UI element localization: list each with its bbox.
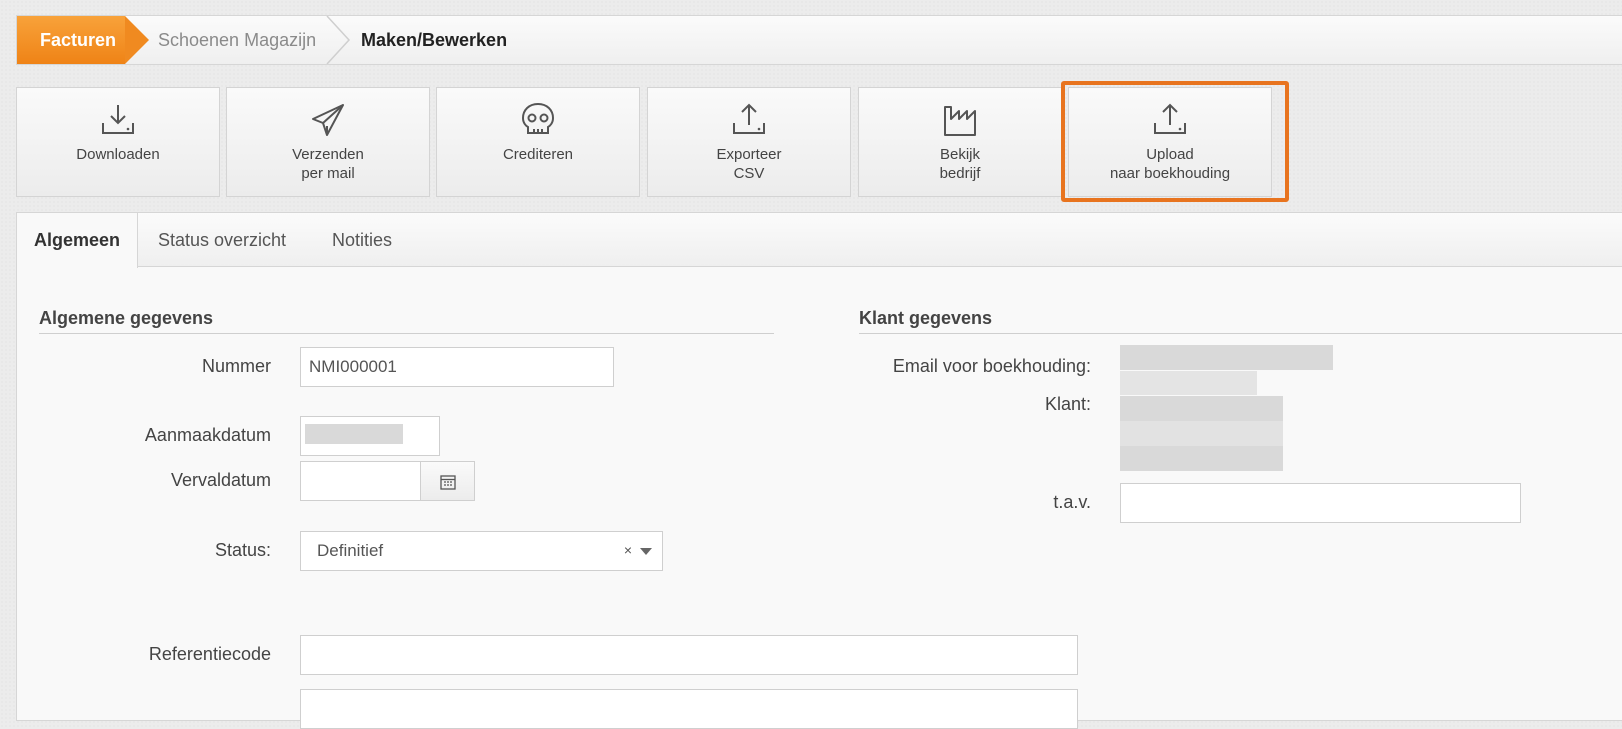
crediteren-button[interactable]: Crediteren — [436, 87, 640, 197]
skull-icon — [521, 102, 555, 134]
next-input[interactable] — [300, 689, 1078, 729]
redacted-klant-3 — [1120, 446, 1283, 471]
bekijk-bedrijf-button[interactable]: Bekijk bedrijf — [858, 87, 1062, 197]
klant-label: Klant: — [1044, 394, 1091, 414]
email-boekhouding-label: Email voor boekhouding: — [892, 356, 1091, 376]
exporteer-label-2: CSV — [733, 165, 765, 182]
chevron-down-icon[interactable] — [640, 548, 652, 555]
aanmaakdatum-input[interactable] — [300, 416, 440, 456]
redacted-date — [305, 424, 403, 444]
calendar-icon — [440, 475, 456, 490]
downloaden-button[interactable]: Downloaden — [16, 87, 220, 197]
tav-input[interactable] — [1120, 483, 1521, 523]
referentiecode-label: Referentiecode — [148, 644, 271, 664]
exporteer-label-1: Exporteer — [716, 146, 782, 163]
redacted-email — [1120, 345, 1333, 370]
tab-status-overzicht[interactable]: Status overzicht — [158, 213, 286, 267]
verzenden-label-1: Verzenden — [292, 146, 364, 163]
breadcrumb-current: Maken/Bewerken — [361, 30, 508, 50]
tab-notities[interactable]: Notities — [332, 213, 392, 267]
bekijk-label-1: Bekijk — [939, 146, 980, 163]
calendar-button[interactable] — [420, 461, 475, 501]
verzenden-label-2: per mail — [301, 165, 355, 182]
status-label: Status: — [214, 540, 271, 560]
klant-gegevens-title: Klant gegevens — [859, 308, 1622, 334]
breadcrumb-separator-icon — [326, 16, 351, 64]
breadcrumb-facturen[interactable]: Facturen — [17, 16, 149, 64]
bekijk-label-2: bedrijf — [939, 165, 981, 182]
redacted-email-2 — [1120, 371, 1257, 395]
status-select[interactable]: Definitief × — [300, 531, 663, 571]
paper-plane-icon — [312, 104, 344, 136]
upload-highlight-frame — [1061, 81, 1289, 202]
exporteer-csv-button[interactable]: Exporteer CSV — [647, 87, 851, 197]
verzenden-per-mail-button[interactable]: Verzenden per mail — [226, 87, 430, 197]
referentiecode-input[interactable] — [300, 635, 1078, 675]
nummer-value: NMI000001 — [309, 357, 397, 376]
redacted-klant-2 — [1120, 421, 1283, 446]
aanmaakdatum-label: Aanmaakdatum — [144, 425, 271, 445]
algemene-gegevens-title: Algemene gegevens — [39, 308, 774, 334]
breadcrumb-schoenen-magazijn[interactable]: Schoenen Magazijn — [158, 16, 316, 64]
crediteren-label: Crediteren — [502, 146, 574, 163]
redacted-klant-1 — [1120, 396, 1283, 421]
nummer-label: Nummer — [201, 356, 271, 376]
downloaden-label: Downloaden — [76, 146, 160, 163]
breadcrumb: Facturen Schoenen Magazijn Maken/Bewerke… — [16, 15, 1622, 65]
clear-icon[interactable]: × — [624, 542, 632, 558]
export-icon — [733, 103, 765, 134]
factory-icon — [944, 106, 976, 136]
tab-algemeen[interactable]: Algemeen — [17, 213, 138, 268]
tav-label: t.a.v. — [1053, 492, 1091, 512]
nummer-input[interactable]: NMI000001 — [300, 347, 614, 387]
vervaldatum-input[interactable] — [300, 461, 421, 501]
status-value: Definitief — [317, 541, 384, 560]
tab-bar: Algemeen Status overzicht Notities — [17, 213, 1622, 268]
vervaldatum-label: Vervaldatum — [170, 470, 271, 490]
download-icon — [102, 105, 134, 134]
invoice-panel: Algemeen Status overzicht Notities Algem… — [16, 212, 1622, 729]
